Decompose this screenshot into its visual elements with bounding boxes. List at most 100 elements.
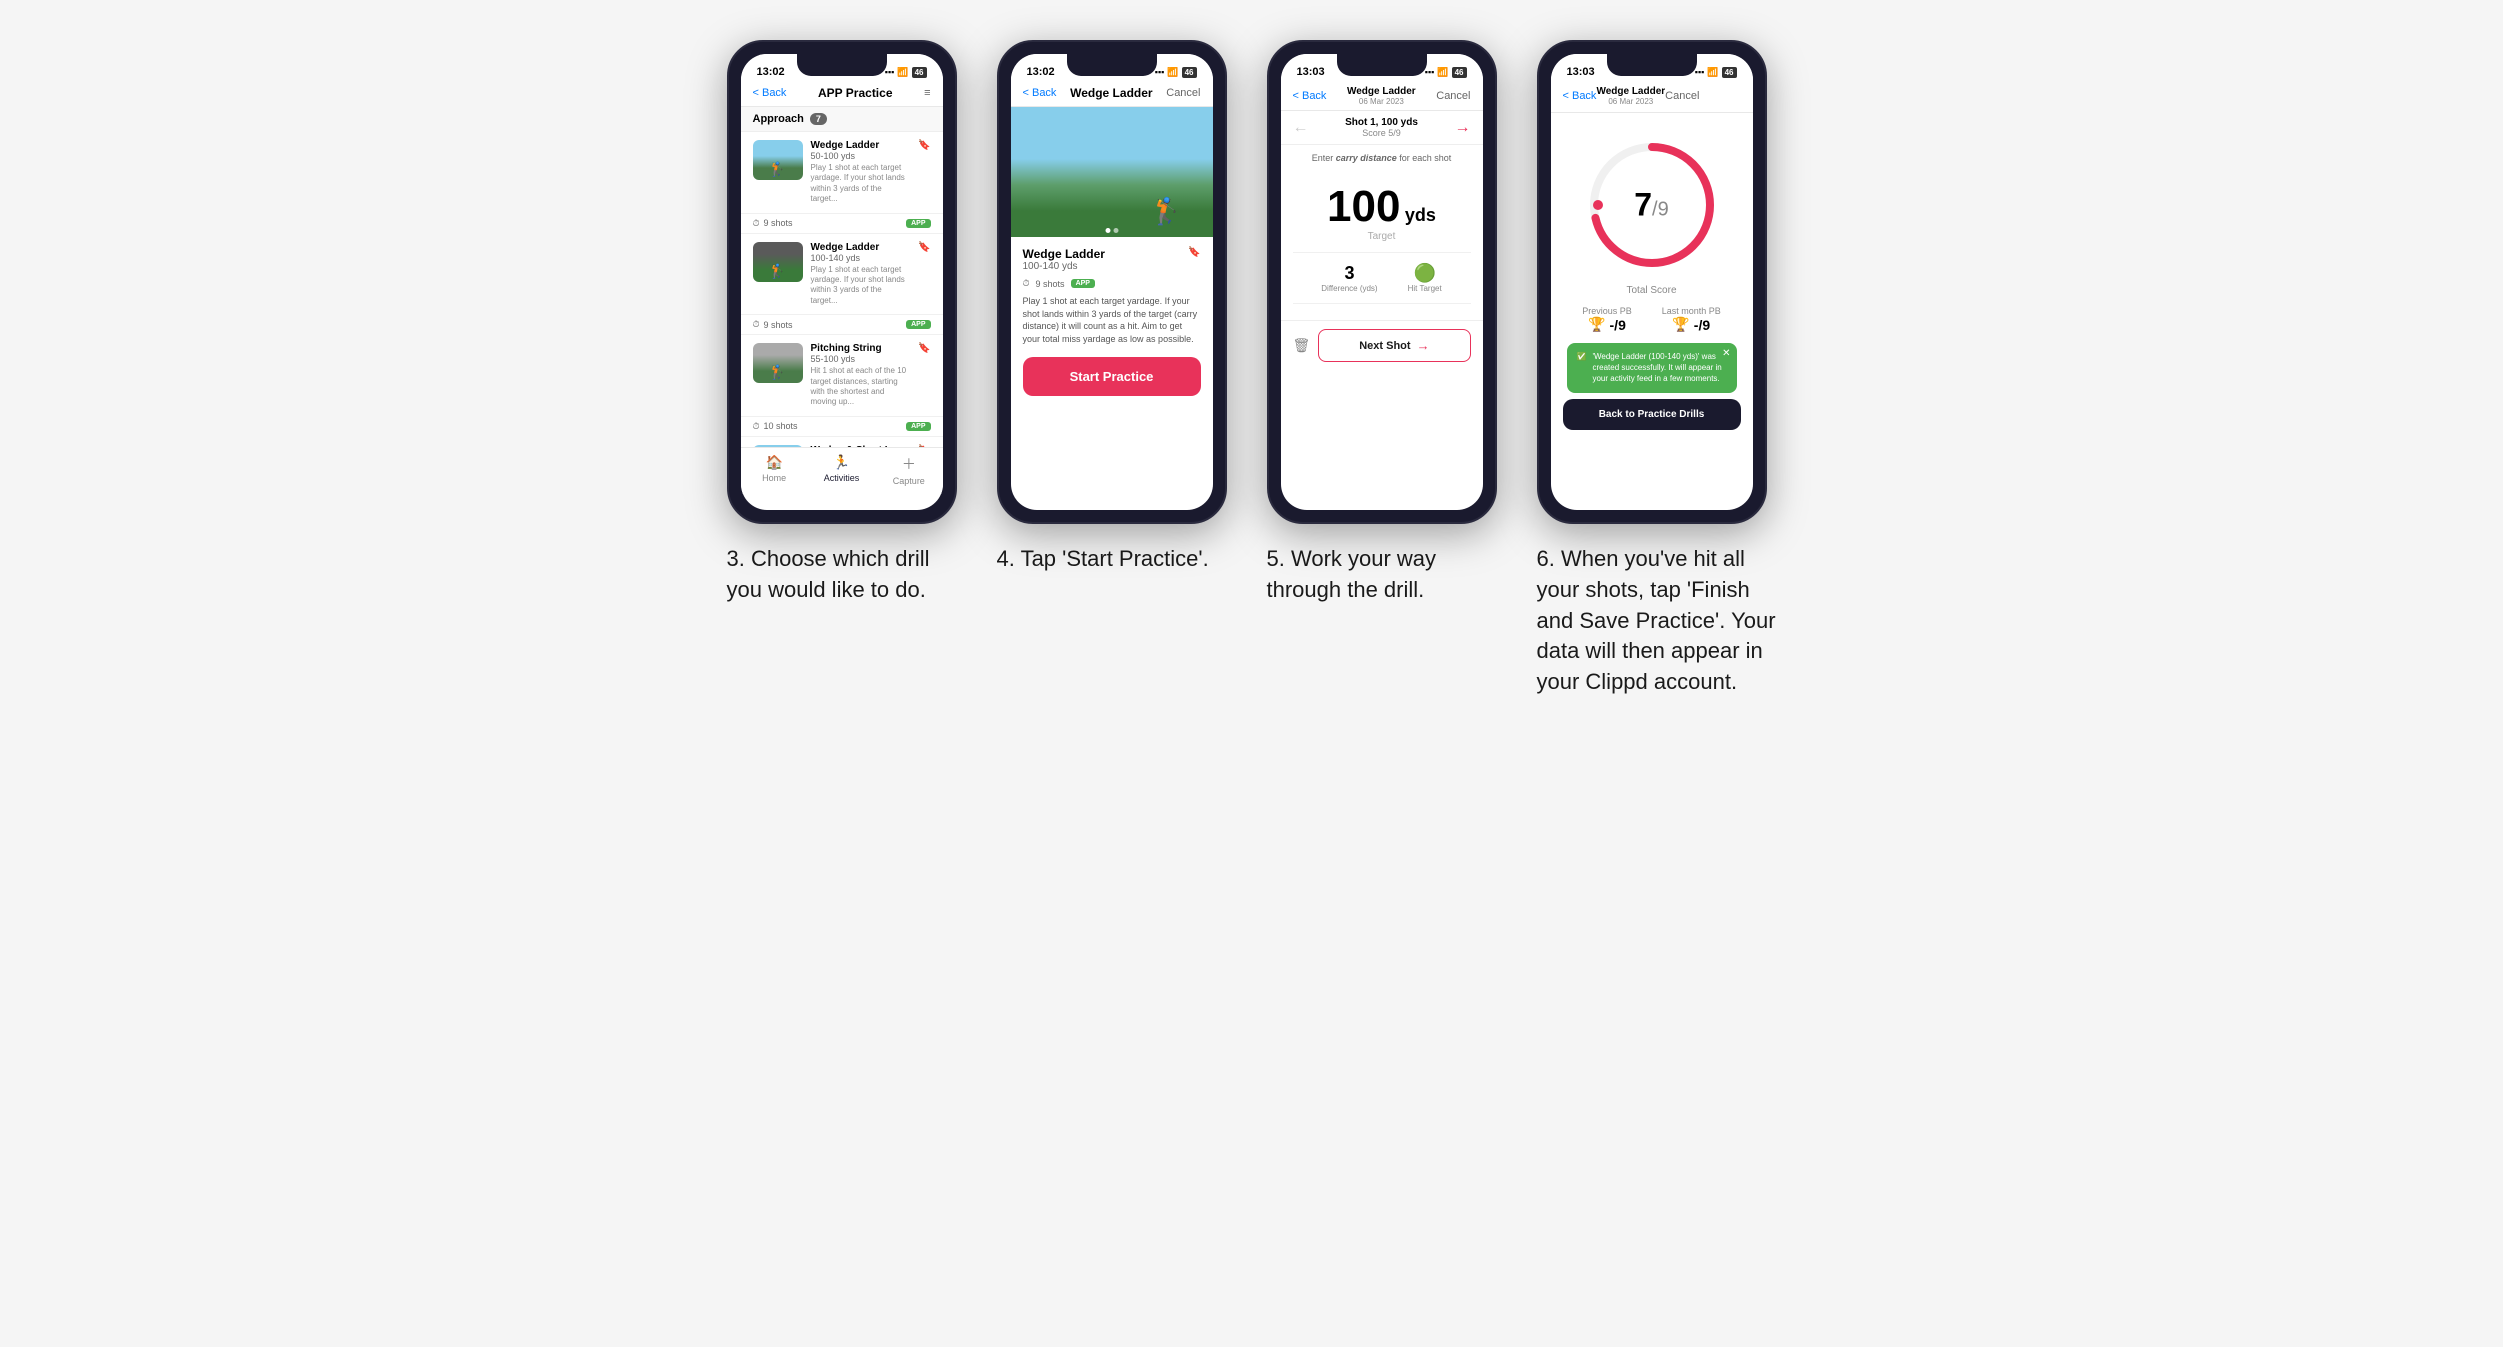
clock-icon-2: ⏱ — [1023, 278, 1030, 289]
drill-desc-1-1: Play 1 shot at each target yardage. If y… — [811, 163, 911, 205]
last-month-pb: Last month PB 🏆 -/9 — [1662, 306, 1721, 333]
toast-text: 'Wedge Ladder (100-140 yds)' was created… — [1592, 351, 1726, 385]
next-shot-arrow: → — [1417, 338, 1430, 353]
hit-target-stat: 🟢 Hit Target — [1408, 263, 1442, 293]
nav-menu-1[interactable]: ≡ — [924, 87, 930, 99]
drill-info-1-2: Wedge Ladder 100-140 yds Play 1 shot at … — [811, 242, 911, 307]
shot-header: ← Shot 1, 100 yds Score 5/9 → — [1281, 111, 1483, 145]
cancel-button-3[interactable]: Cancel — [1436, 90, 1470, 102]
shot-label: Shot 1, 100 yds — [1345, 117, 1418, 128]
drill-thumb-1-2: 🏌️ — [753, 242, 803, 282]
clock-icon-1-1: ⏱ — [753, 218, 760, 229]
instruction: Enter carry distance for each shot — [1281, 145, 1483, 171]
status-icons-3: ▪▪▪ 📶 46 — [1425, 67, 1467, 78]
phone-3: 13:03 ▪▪▪ 📶 46 < Back Wedge Ladder — [1267, 40, 1497, 524]
bottom-row-3: 🗑 Next Shot → — [1281, 320, 1483, 370]
score-label: Score 5/9 — [1345, 128, 1418, 138]
score-denom: /9 — [1652, 199, 1669, 221]
time-2: 13:02 — [1027, 66, 1055, 78]
time-1: 13:02 — [757, 66, 785, 78]
clock-icon-1-3: ⏱ — [753, 421, 760, 432]
drill-footer-1-1: ⏱ 9 shots APP — [741, 214, 943, 234]
status-icons-4: ▪▪▪ 📶 46 — [1695, 67, 1737, 78]
difference-value: 3 — [1321, 263, 1377, 284]
prev-arrow[interactable]: ← — [1293, 119, 1309, 137]
target-unit: yds — [1405, 205, 1436, 225]
shots-info-1-1: ⏱ 9 shots — [753, 218, 793, 229]
start-practice-button[interactable]: Start Practice — [1023, 357, 1201, 396]
capture-icon: ＋ — [902, 454, 916, 474]
last-month-pb-label: Last month PB — [1662, 306, 1721, 316]
battery-icon-3: 46 — [1452, 67, 1467, 78]
shots-count-1-2: 9 shots — [764, 320, 793, 330]
cancel-button-2[interactable]: Cancel — [1166, 87, 1200, 99]
nav-subtitle-4: 06 Mar 2023 — [1596, 97, 1665, 106]
phone-section-2: 13:02 ▪▪▪ 📶 46 < Back Wedge Ladder Cance… — [997, 40, 1237, 575]
drill-item-1-2[interactable]: 🏌️ Wedge Ladder 100-140 yds Play 1 shot … — [741, 234, 943, 316]
prev-pb-number: -/9 — [1610, 317, 1626, 333]
caption-4: 6. When you've hit all your shots, tap '… — [1537, 544, 1777, 698]
drill-list-1: 🏌️ Wedge Ladder 50-100 yds Play 1 shot a… — [741, 132, 943, 494]
section-tag-1: Approach 7 — [741, 107, 943, 132]
drill-range-1-3: 55-100 yds — [811, 354, 911, 364]
check-icon-toast: ✅ — [1577, 351, 1587, 362]
phone-2-notch — [1067, 54, 1157, 76]
clock-icon-1-2: ⏱ — [753, 319, 760, 330]
score-text: 7/9 — [1634, 187, 1668, 224]
p2-drill-info: Wedge Ladder 100-140 yds — [1023, 247, 1105, 272]
back-button-3[interactable]: < Back — [1293, 90, 1327, 102]
next-arrow-header[interactable]: → — [1455, 119, 1471, 137]
toast-close[interactable]: ✕ — [1722, 347, 1730, 361]
p2-badge: APP — [1071, 279, 1095, 288]
nav-title-3: Wedge Ladder — [1347, 86, 1416, 97]
drill-name-1-1: Wedge Ladder — [811, 140, 911, 151]
trash-icon[interactable]: 🗑 — [1293, 337, 1311, 354]
golfer-icon-2: 🏌️ — [769, 263, 786, 280]
caption-1: 3. Choose which drill you would like to … — [727, 544, 947, 606]
drill-info-1-3: Pitching String 55-100 yds Hit 1 shot at… — [811, 343, 911, 408]
bottom-nav-home[interactable]: 🏠 Home — [741, 454, 808, 486]
wifi-icon-4: 📶 — [1707, 67, 1718, 78]
bookmark-2[interactable]: 🔖 — [1188, 247, 1200, 258]
nav-title-2: Wedge Ladder — [1056, 86, 1166, 100]
phone-section-1: 13:02 ▪▪▪ 📶 46 < Back APP Practice ≡ Ap — [727, 40, 967, 606]
back-to-drills-button[interactable]: Back to Practice Drills — [1563, 399, 1741, 430]
drill-footer-1-2: ⏱ 9 shots APP — [741, 315, 943, 335]
bottom-nav-activities[interactable]: 🏃 Activities — [808, 454, 875, 486]
nav-bar-1: < Back APP Practice ≡ — [741, 82, 943, 107]
drill-name-1-3: Pitching String — [811, 343, 911, 354]
shots-info-1-3: ⏱ 10 shots — [753, 421, 798, 432]
bookmark-1-3[interactable]: 🔖 — [918, 343, 930, 354]
app-badge-1-3: APP — [906, 422, 930, 431]
back-button-4[interactable]: < Back — [1563, 90, 1597, 102]
nav-subtitle-3: 06 Mar 2023 — [1347, 97, 1416, 106]
drill-desc-1-3: Hit 1 shot at each of the 10 target dist… — [811, 366, 911, 408]
next-shot-button[interactable]: Next Shot → — [1318, 329, 1470, 362]
bottom-nav-1: 🏠 Home 🏃 Activities ＋ Capture — [741, 447, 943, 494]
back-button-2[interactable]: < Back — [1023, 87, 1057, 99]
time-3: 13:03 — [1297, 66, 1325, 78]
p2-shots: 9 shots — [1036, 279, 1065, 289]
last-month-pb-value: 🏆 -/9 — [1662, 316, 1721, 333]
time-4: 13:03 — [1567, 66, 1595, 78]
bookmark-1-2[interactable]: 🔖 — [918, 242, 930, 253]
bookmark-1-1[interactable]: 🔖 — [918, 140, 930, 151]
drill-item-1-3[interactable]: 🏌️ Pitching String 55-100 yds Hit 1 shot… — [741, 335, 943, 417]
app-badge-1-1: APP — [906, 219, 930, 228]
total-score-label: Total Score — [1563, 285, 1741, 296]
drill-item-1-1[interactable]: 🏌️ Wedge Ladder 50-100 yds Play 1 shot a… — [741, 132, 943, 214]
cancel-button-4[interactable]: Cancel — [1665, 90, 1699, 102]
section-label-1: Approach — [753, 113, 804, 125]
drill-name-1-2: Wedge Ladder — [811, 242, 911, 253]
bottom-nav-capture[interactable]: ＋ Capture — [875, 454, 942, 486]
dot-2 — [1113, 228, 1118, 233]
pb-row: Previous PB 🏆 -/9 Last month PB 🏆 — [1563, 306, 1741, 333]
signal-icon: ▪▪▪ — [885, 67, 895, 77]
drill-image-2: 🏌️ — [1011, 107, 1213, 237]
back-button-1[interactable]: < Back — [753, 87, 787, 99]
wifi-icon-2: 📶 — [1167, 67, 1178, 78]
signal-icon-3: ▪▪▪ — [1425, 67, 1435, 77]
hit-target-label: Hit Target — [1408, 284, 1442, 293]
battery-icon-4: 46 — [1722, 67, 1737, 78]
p2-drill-range: 100-140 yds — [1023, 261, 1105, 272]
